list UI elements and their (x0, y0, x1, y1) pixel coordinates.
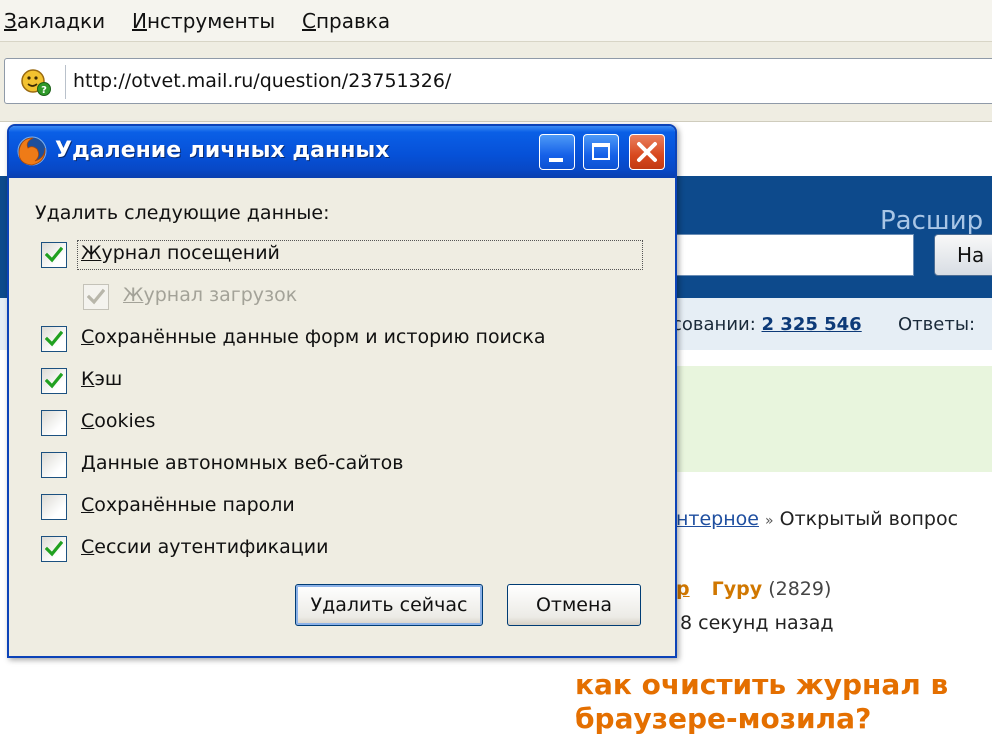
checkbox[interactable] (41, 452, 67, 478)
breadcrumb-link[interactable]: нтерное (676, 508, 759, 530)
search-button[interactable]: На (934, 234, 992, 276)
maximize-icon (592, 143, 610, 160)
minimize-button[interactable] (539, 134, 575, 170)
stats-text: совании: 2 325 546 (672, 314, 862, 335)
checkbox[interactable] (41, 410, 67, 436)
checkmark-icon (87, 288, 105, 305)
option-label: Журнал посещений (81, 242, 280, 264)
advanced-search-link[interactable]: Расшир (880, 206, 983, 236)
checkbox[interactable] (83, 284, 109, 310)
checkmark-icon (45, 540, 63, 557)
svg-text:?: ? (41, 85, 47, 96)
dialog-title: Удаление личных данных (55, 138, 390, 163)
question-bubble-icon: ? (19, 67, 51, 97)
close-icon (637, 142, 657, 162)
option-label: Сохранённые пароли (81, 494, 295, 516)
option-label: Сохранённые данные форм и историю поиска (81, 326, 546, 348)
menu-bar: Закладки Инструменты Справка (0, 0, 992, 42)
stats-prefix: совании: (672, 314, 762, 335)
stats-count-link[interactable]: 2 325 546 (762, 314, 862, 335)
checkbox[interactable] (41, 494, 67, 520)
author-rank: Гуру (711, 578, 763, 600)
option-label: Данные автономных веб-сайтов (81, 452, 404, 474)
option-label: Кэш (81, 368, 123, 390)
delete-now-button[interactable]: Удалить сейчас (295, 584, 483, 626)
address-bar[interactable]: ? http://otvet.mail.ru/question/23751326… (4, 58, 992, 104)
section-label: Удалить следующие данные: (35, 202, 330, 224)
breadcrumb-separator: » (765, 513, 774, 529)
firefox-icon (15, 134, 49, 168)
checkbox[interactable] (41, 368, 67, 394)
stats-answers-label: Ответы: (898, 314, 976, 335)
menu-tools[interactable]: Инструменты (132, 9, 275, 33)
author-name-link[interactable]: р (676, 578, 690, 600)
menu-help[interactable]: Справка (302, 9, 390, 33)
checkbox[interactable] (41, 326, 67, 352)
address-separator (65, 65, 66, 99)
question-title: как очистить журнал в браузере-мозила? (575, 668, 949, 735)
breadcrumb-current: Открытый вопрос (779, 508, 959, 530)
cancel-button[interactable]: Отмена (507, 584, 641, 626)
checkbox[interactable] (41, 536, 67, 562)
author-line: р Гуру (2829) (676, 578, 831, 600)
checkmark-icon (45, 246, 63, 263)
posted-time: 8 секунд назад (680, 612, 834, 634)
option-label: Cookies (81, 410, 156, 432)
checkmark-icon (45, 372, 63, 389)
clear-private-data-dialog: Удаление личных данных Удалить следующие… (7, 124, 677, 658)
option-label: Сессии аутентификации (81, 536, 329, 558)
checkmark-icon (45, 330, 63, 347)
checkbox[interactable] (41, 242, 67, 268)
dialog-titlebar[interactable]: Удаление личных данных (9, 126, 675, 178)
url-text[interactable]: http://otvet.mail.ru/question/23751326/ (73, 70, 451, 92)
author-score: (2829) (768, 578, 832, 600)
minimize-icon (549, 158, 563, 162)
info-panel (676, 366, 992, 472)
menu-bookmarks[interactable]: Закладки (4, 9, 105, 33)
close-button[interactable] (629, 134, 665, 170)
maximize-button[interactable] (583, 134, 619, 170)
breadcrumb: нтерное » Открытый вопрос (676, 508, 958, 530)
option-label: Журнал загрузок (123, 284, 298, 306)
